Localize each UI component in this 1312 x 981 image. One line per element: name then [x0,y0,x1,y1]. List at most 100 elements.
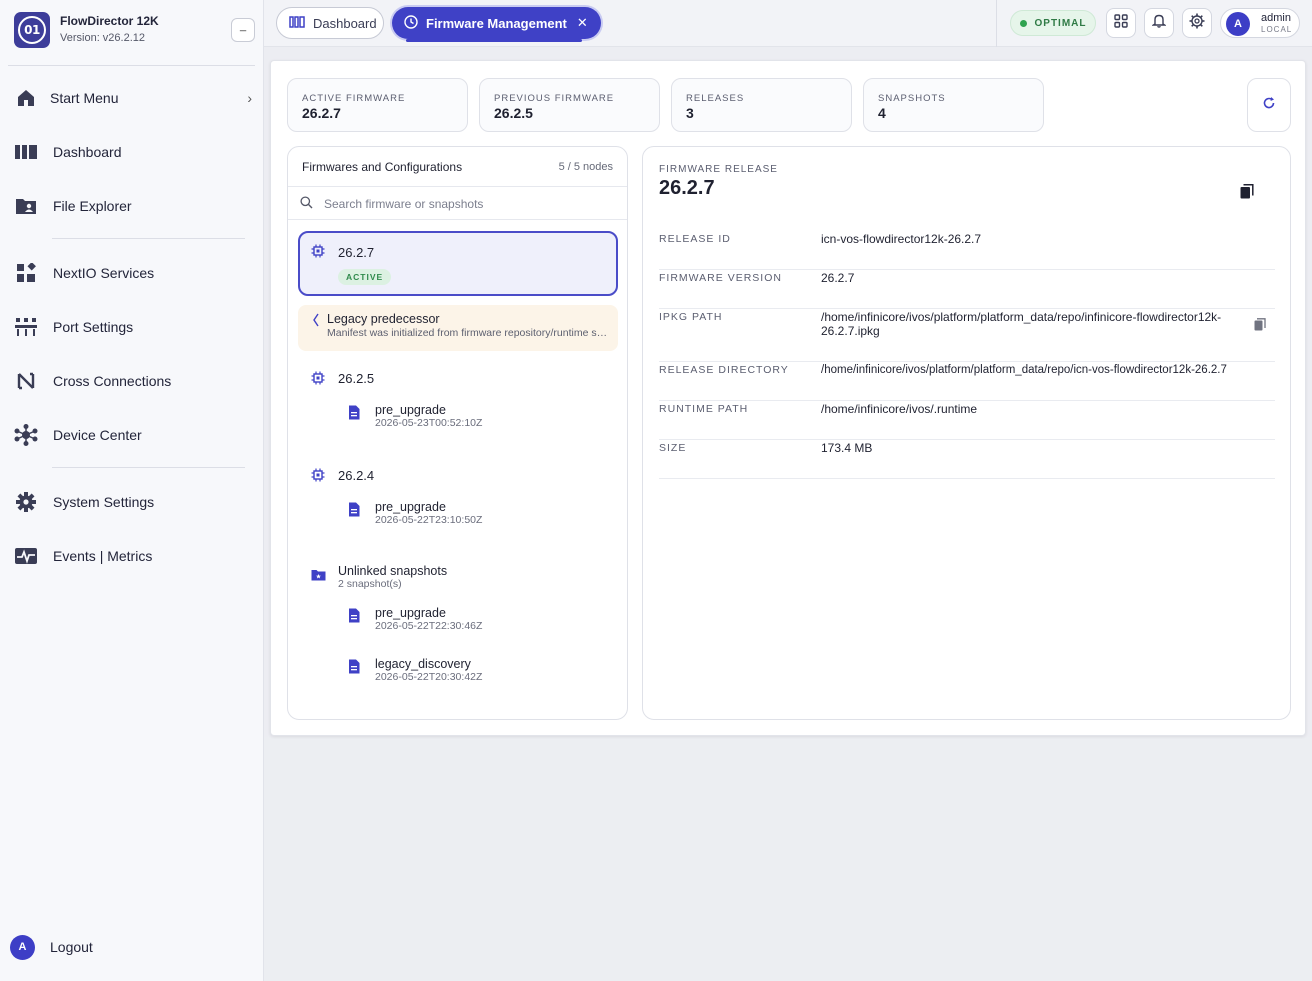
user-role: LOCAL [1261,25,1293,34]
sidebar-item-dashboard[interactable]: Dashboard [14,136,254,168]
sidebar-item-port-settings[interactable]: Port Settings [14,311,254,343]
snapshot-item[interactable]: pre_upgrade 2026-05-23T00:52:10Z [348,403,608,433]
prop-value: /home/infinicore/ivos/platform/platform_… [821,364,1227,376]
stat-releases: RELEASES 3 [671,78,852,132]
app-version: Version: v26.2.12 [60,32,146,44]
settings-button[interactable] [1182,8,1212,38]
tab-dashboard[interactable]: Dashboard [276,7,384,39]
firmware-tree-panel: Firmwares and Configurations 5 / 5 nodes… [287,146,628,720]
snapshot-timestamp: 2026-05-22T22:30:46Z [375,620,483,632]
unlinked-snapshots-group[interactable]: Unlinked snapshots 2 snapshot(s) [311,564,611,594]
file-icon [348,405,360,425]
status-label: OPTIMAL [1034,17,1087,29]
sidebar-collapse-button[interactable]: _ [231,18,255,42]
firmware-management-card: ACTIVE FIRMWARE 26.2.7 PREVIOUS FIRMWARE… [270,60,1306,736]
refresh-icon [1262,96,1276,115]
search-icon [300,196,313,214]
sidebar-divider [52,238,245,239]
sidebar-item-label: File Explorer [53,198,132,214]
prop-value: 173.4 MB [821,441,873,455]
legacy-title: Legacy predecessor [327,312,440,326]
firmware-detail-panel: FIRMWARE RELEASE 26.2.7 RELEASE ID icn-v… [642,146,1291,720]
stat-value: 4 [878,105,886,121]
prop-value: icn-vos-flowdirector12k-26.2.7 [821,232,982,246]
prop-row-release-directory: RELEASE DIRECTORY /home/infinicore/ivos/… [659,362,1275,401]
chevron-right-icon: › [247,90,252,106]
snapshot-item[interactable]: legacy_discovery 2026-05-22T20:30:42Z [348,657,608,687]
prop-key: FIRMWARE VERSION [659,272,782,284]
sidebar-item-events-metrics[interactable]: Events | Metrics [14,540,254,572]
tree-node-count: 5 / 5 nodes [558,161,613,173]
prop-value: /home/infinicore/ivos/.runtime [821,402,978,416]
brand-logo-mark: 01 [18,16,46,44]
close-icon[interactable]: ✕ [577,15,588,31]
sidebar-item-label: Cross Connections [53,373,172,389]
history-icon [312,313,320,330]
stat-snapshots: SNAPSHOTS 4 [863,78,1044,132]
logout-button[interactable]: A Logout [10,934,93,960]
sidebar-item-nextio-services[interactable]: NextIO Services [14,257,254,289]
prop-row-release-id: RELEASE ID icn-vos-flowdirector12k-26.2.… [659,231,1275,270]
legacy-description: Manifest was initialized from firmware r… [327,327,609,339]
apps-button[interactable] [1106,8,1136,38]
stat-value: 3 [686,105,694,121]
status-dot-icon [1019,19,1027,27]
firmware-clock-icon [404,14,418,32]
user-menu[interactable]: A admin LOCAL [1220,8,1300,38]
tab-firmware-management[interactable]: Firmware Management ✕ [392,7,601,39]
refresh-button[interactable] [1247,78,1291,132]
sidebar-item-file-explorer[interactable]: File Explorer [14,190,254,222]
folder-icon [311,568,326,586]
search-bar [288,186,627,220]
folder-user-icon [14,195,38,217]
notifications-button[interactable] [1144,8,1174,38]
brand: 01 FlowDirector 12K Version: v26.2.12 _ [14,12,255,52]
snapshot-timestamp: 2026-05-22T20:30:42Z [375,671,483,683]
snapshot-name: legacy_discovery [375,657,471,671]
snapshot-item[interactable]: pre_upgrade 2026-05-22T22:30:46Z [348,606,608,636]
firmware-version: 26.2.4 [338,468,375,483]
firmware-node[interactable]: 26.2.5 [311,370,611,390]
firmware-node-active[interactable]: 26.2.7 ACTIVE [298,231,618,296]
snapshot-name: pre_upgrade [375,500,446,514]
copy-icon[interactable] [1240,184,1254,204]
prop-row-size: SIZE 173.4 MB [659,440,1275,479]
snapshot-item[interactable]: pre_upgrade 2026-05-22T23:10:50Z [348,500,608,530]
stat-label: PREVIOUS FIRMWARE [494,93,615,104]
active-tab-indicator [406,39,582,42]
legacy-predecessor[interactable]: Legacy predecessor Manifest was initiali… [298,305,618,351]
search-input[interactable] [324,194,614,214]
gear-icon [14,491,38,513]
logout-label: Logout [50,939,93,955]
firmware-node[interactable]: 26.2.4 [311,467,611,487]
widgets-icon [14,262,38,284]
stat-value: 26.2.5 [494,105,533,121]
copy-icon[interactable] [1254,318,1266,336]
sidebar: 01 FlowDirector 12K Version: v26.2.12 _ … [0,0,264,981]
sidebar-divider [52,467,245,468]
sidebar-item-system-settings[interactable]: System Settings [14,486,254,518]
stat-value: 26.2.7 [302,105,341,121]
snapshot-timestamp: 2026-05-23T00:52:10Z [375,417,483,429]
stat-active-firmware: ACTIVE FIRMWARE 26.2.7 [287,78,468,132]
app-name: FlowDirector 12K [60,14,159,28]
sidebar-item-label: Device Center [53,427,142,443]
sidebar-item-device-center[interactable]: Device Center [14,419,254,451]
sidebar-item-start-menu[interactable]: Start Menu › [14,82,254,114]
chip-icon [311,468,325,487]
prop-row-firmware-version: FIRMWARE VERSION 26.2.7 [659,270,1275,309]
hub-icon [14,424,38,446]
sidebar-item-cross-connections[interactable]: Cross Connections [14,365,254,397]
stat-label: RELEASES [686,93,745,104]
avatar: A [10,934,35,960]
cross-connect-icon [14,370,38,392]
file-icon [348,502,360,522]
tab-label: Dashboard [313,15,377,31]
prop-row-ipkg-path: IPKG PATH /home/infinicore/ivos/platform… [659,309,1275,362]
file-icon [348,659,360,679]
snapshot-name: pre_upgrade [375,403,446,417]
ports-icon [14,316,38,338]
topbar-divider [996,0,997,47]
stat-label: ACTIVE FIRMWARE [302,93,406,104]
stat-label: SNAPSHOTS [878,93,946,104]
